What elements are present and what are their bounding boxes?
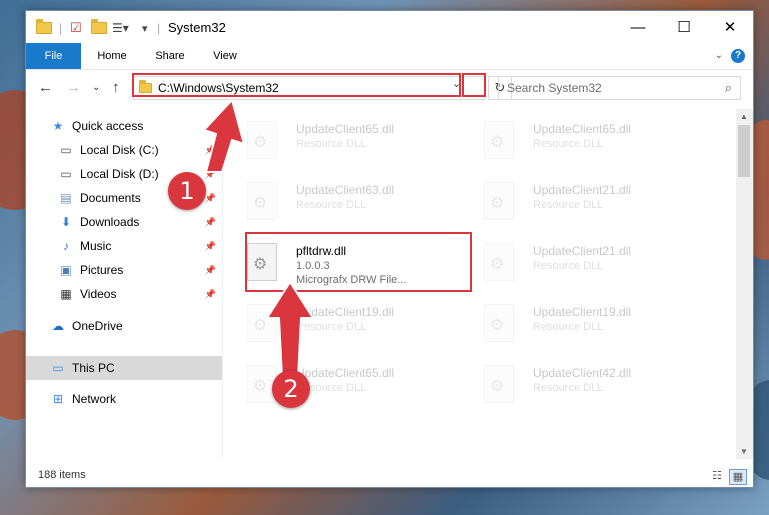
step-badge-1: 1 bbox=[168, 172, 206, 210]
arrow-2 bbox=[266, 281, 314, 379]
arrow-1 bbox=[203, 99, 245, 173]
step-badge-2: 2 bbox=[272, 370, 310, 408]
annotation-arrows bbox=[203, 99, 314, 379]
